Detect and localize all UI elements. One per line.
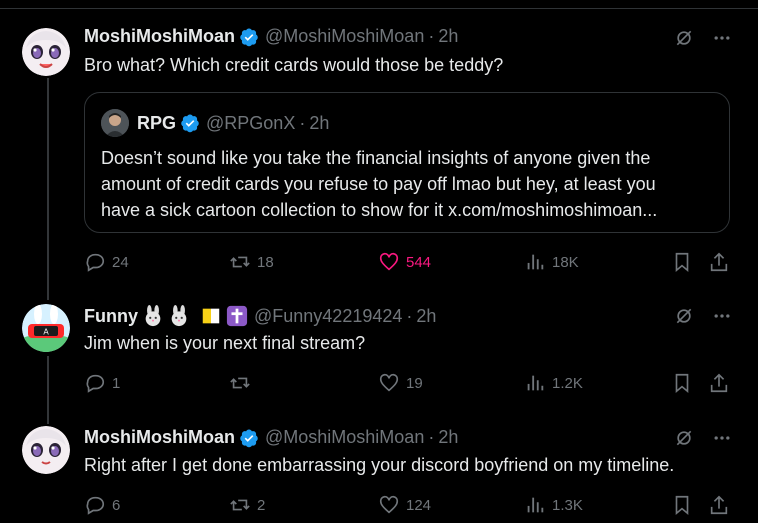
repost-icon	[230, 377, 250, 389]
tweet-header: MoshiMoshiMoan @MoshiMoshiMoan · 2h	[84, 427, 458, 448]
verified-badge-icon	[181, 114, 199, 133]
user-handle[interactable]: @Funny42219424	[254, 306, 402, 327]
like-button[interactable]: 544	[378, 251, 431, 273]
share-icon	[710, 495, 728, 515]
repost-count: 18	[257, 253, 274, 271]
repost-button[interactable]	[229, 372, 257, 394]
top-divider	[0, 0, 758, 9]
share-icon	[710, 252, 728, 272]
reply-count: 24	[112, 253, 129, 271]
display-name[interactable]: Funny	[84, 306, 138, 327]
tweet-header: MoshiMoshiMoan @MoshiMoshiMoan · 2h	[84, 26, 458, 47]
timestamp[interactable]: 2h	[416, 306, 436, 327]
bookmark-icon	[675, 252, 689, 273]
share-icon	[710, 373, 728, 393]
views-icon	[527, 375, 544, 391]
like-icon	[379, 373, 399, 392]
separator: ·	[406, 305, 413, 326]
share-button[interactable]	[708, 372, 730, 394]
thread-connector	[47, 356, 49, 424]
like-button[interactable]: 124	[378, 494, 431, 516]
quote-line: amount of credit cards you refuse to pay…	[101, 174, 656, 194]
bookmark-button[interactable]	[671, 494, 693, 516]
avatar[interactable]	[101, 109, 129, 137]
more-icon[interactable]	[712, 306, 732, 326]
reply-button[interactable]: 1	[84, 372, 120, 394]
quote-text: Doesn’t sound like you take the financia…	[101, 145, 715, 223]
like-icon	[379, 252, 399, 271]
views-button[interactable]: 18K	[524, 251, 579, 273]
repost-icon	[230, 256, 250, 268]
bookmark-icon	[675, 373, 689, 394]
rabbit-emoji-icon	[171, 305, 187, 327]
views-button[interactable]: 1.3K	[524, 494, 583, 516]
bookmark-button[interactable]	[671, 251, 693, 273]
bookmark-button[interactable]	[671, 372, 693, 394]
grok-icon[interactable]	[674, 428, 694, 448]
views-count: 18K	[552, 253, 579, 271]
avatar[interactable]	[22, 426, 70, 474]
more-icon[interactable]	[712, 28, 732, 48]
separator: ·	[428, 26, 435, 46]
like-count: 544	[406, 253, 432, 271]
repost-icon	[230, 499, 250, 511]
tweet-actions: 6 2 124 1.3K	[84, 494, 734, 518]
share-button[interactable]	[708, 494, 730, 516]
vatican-flag-icon	[202, 308, 220, 324]
bookmark-icon	[675, 495, 689, 516]
separator: ·	[428, 427, 435, 447]
rabbit-emoji-icon	[145, 305, 161, 327]
like-count: 124	[406, 496, 432, 514]
verified-badge-icon	[240, 28, 258, 46]
reply-count: 1	[112, 374, 121, 392]
reply-icon	[86, 253, 105, 272]
quote-line: Doesn’t sound like you take the financia…	[101, 148, 651, 168]
share-button[interactable]	[708, 251, 730, 273]
user-handle[interactable]: @MoshiMoshiMoan	[265, 427, 424, 448]
like-icon	[379, 495, 399, 514]
reply-button[interactable]: 24	[84, 251, 129, 273]
views-count: 1.2K	[552, 374, 583, 392]
reply-button[interactable]: 6	[84, 494, 120, 516]
display-name[interactable]: RPG	[137, 113, 176, 134]
grok-icon[interactable]	[674, 28, 694, 48]
display-name[interactable]: MoshiMoshiMoan	[84, 427, 235, 448]
display-name[interactable]: MoshiMoshiMoan	[84, 26, 235, 47]
quote-line: have a sick cartoon collection to show f…	[101, 200, 658, 220]
reply-icon	[86, 496, 105, 515]
repost-button[interactable]: 18	[229, 251, 274, 273]
tweet-text: Jim when is your next final stream?	[84, 333, 366, 353]
repost-count: 2	[257, 496, 266, 514]
views-button[interactable]: 1.2K	[524, 372, 583, 394]
avatar[interactable]	[22, 28, 70, 76]
avatar[interactable]: A	[22, 304, 70, 352]
thread-connector	[47, 78, 49, 300]
repost-button[interactable]: 2	[229, 494, 265, 516]
like-button[interactable]: 19	[378, 372, 423, 394]
views-count: 1.3K	[552, 496, 583, 514]
user-handle[interactable]: @RPGonX	[206, 113, 295, 134]
reply-count: 6	[112, 496, 121, 514]
tweet-text: Right after I get done embarrassing your…	[84, 455, 675, 475]
grok-icon[interactable]	[674, 306, 694, 326]
reply-icon	[86, 374, 105, 393]
quoted-tweet[interactable]: RPG @RPGonX · 2h Doesn’t sound like you …	[84, 92, 730, 233]
verified-badge-icon	[240, 429, 258, 447]
timestamp[interactable]: 2h	[309, 113, 329, 134]
timestamp[interactable]: 2h	[438, 427, 458, 448]
like-count: 19	[406, 374, 423, 392]
timestamp[interactable]: 2h	[438, 26, 458, 47]
tweet-text: Bro what? Which credit cards would those…	[84, 55, 504, 75]
tweet-actions: 24 18 544 18K	[84, 251, 734, 275]
views-icon	[527, 254, 544, 270]
tweet-header: Funny @Funny42219424 · 2h	[84, 305, 436, 327]
quote-header: RPG @RPGonX · 2h	[101, 109, 329, 137]
svg-text:A: A	[43, 328, 49, 337]
tweet-actions: 1 19 1.2K	[84, 372, 734, 396]
more-icon[interactable]	[712, 428, 732, 448]
latin-cross-icon	[226, 305, 248, 327]
separator: ·	[299, 112, 306, 133]
user-handle[interactable]: @MoshiMoshiMoan	[265, 26, 424, 47]
views-icon	[527, 497, 544, 513]
